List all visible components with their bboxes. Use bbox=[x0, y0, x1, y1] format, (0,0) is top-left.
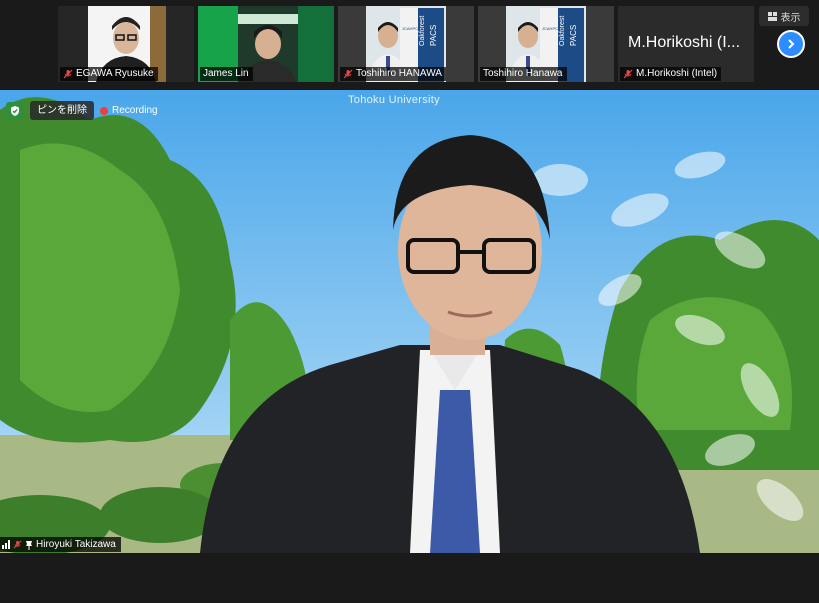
banner-text: PACS bbox=[569, 25, 578, 46]
chevron-right-icon bbox=[788, 39, 795, 49]
view-button[interactable]: 表示 bbox=[759, 6, 809, 26]
recording-dot-icon bbox=[100, 106, 108, 115]
recording-indicator: Recording bbox=[100, 101, 158, 120]
mic-muted-icon bbox=[623, 69, 633, 79]
pin-icon bbox=[26, 540, 32, 550]
banner-logo-text: JCAHPC bbox=[402, 26, 418, 31]
banner-text: Oakforest bbox=[419, 16, 426, 46]
next-page-button[interactable] bbox=[777, 30, 805, 58]
signal-bars-icon bbox=[2, 540, 10, 549]
participant-name-tag: Toshihiro HANAWA bbox=[340, 67, 446, 81]
participant-tile[interactable]: M.Horikoshi (I... M.Horikoshi (Intel) bbox=[618, 6, 754, 82]
participant-name: Toshihiro Hanawa bbox=[483, 68, 563, 79]
bottom-bar bbox=[0, 553, 819, 603]
participant-name-tag: EGAWA Ryusuke bbox=[60, 67, 158, 81]
grid-icon bbox=[767, 11, 777, 21]
mic-muted-icon bbox=[343, 69, 353, 79]
participant-name: EGAWA Ryusuke bbox=[76, 68, 154, 79]
participant-strip: EGAWA Ryusuke James Lin Oakforest PACS J… bbox=[0, 0, 819, 90]
active-speaker-name-tag: Hiroyuki Takizawa bbox=[0, 537, 121, 552]
speaker-video-feed bbox=[0, 90, 819, 553]
recording-label: Recording bbox=[112, 105, 158, 116]
shield-check-icon bbox=[11, 106, 19, 116]
banner-text: PACS bbox=[429, 25, 438, 46]
participant-name: Toshihiro HANAWA bbox=[356, 68, 442, 79]
participant-tile[interactable]: Oakforest PACS JCAHPC Toshihiro HANAWA bbox=[338, 6, 474, 82]
participant-tile[interactable]: Oakforest PACS JCAHPC Toshihiro Hanawa bbox=[478, 6, 614, 82]
banner-logo-text: JCAHPC bbox=[542, 26, 558, 31]
mic-muted-icon bbox=[13, 540, 22, 549]
security-badge[interactable] bbox=[6, 102, 24, 120]
participant-name-tag: M.Horikoshi (Intel) bbox=[620, 67, 722, 81]
active-speaker-video: Tohoku University bbox=[0, 90, 819, 553]
banner-text: Oakforest bbox=[559, 16, 566, 46]
mic-muted-icon bbox=[63, 69, 73, 79]
participant-tile[interactable]: James Lin bbox=[198, 6, 334, 82]
speaker-name: Hiroyuki Takizawa bbox=[36, 539, 116, 550]
unpin-button[interactable]: ピンを削除 bbox=[30, 101, 94, 120]
participant-name: M.Horikoshi (Intel) bbox=[636, 68, 718, 79]
participant-name-tag: James Lin bbox=[200, 67, 253, 81]
participant-name-tag: Toshihiro Hanawa bbox=[480, 67, 567, 81]
background-caption: Tohoku University bbox=[348, 94, 440, 106]
participant-tile[interactable]: EGAWA Ryusuke bbox=[58, 6, 194, 82]
participant-name: James Lin bbox=[203, 68, 249, 79]
view-label: 表示 bbox=[780, 12, 801, 24]
participant-display-name: M.Horikoshi (I... bbox=[628, 34, 741, 51]
